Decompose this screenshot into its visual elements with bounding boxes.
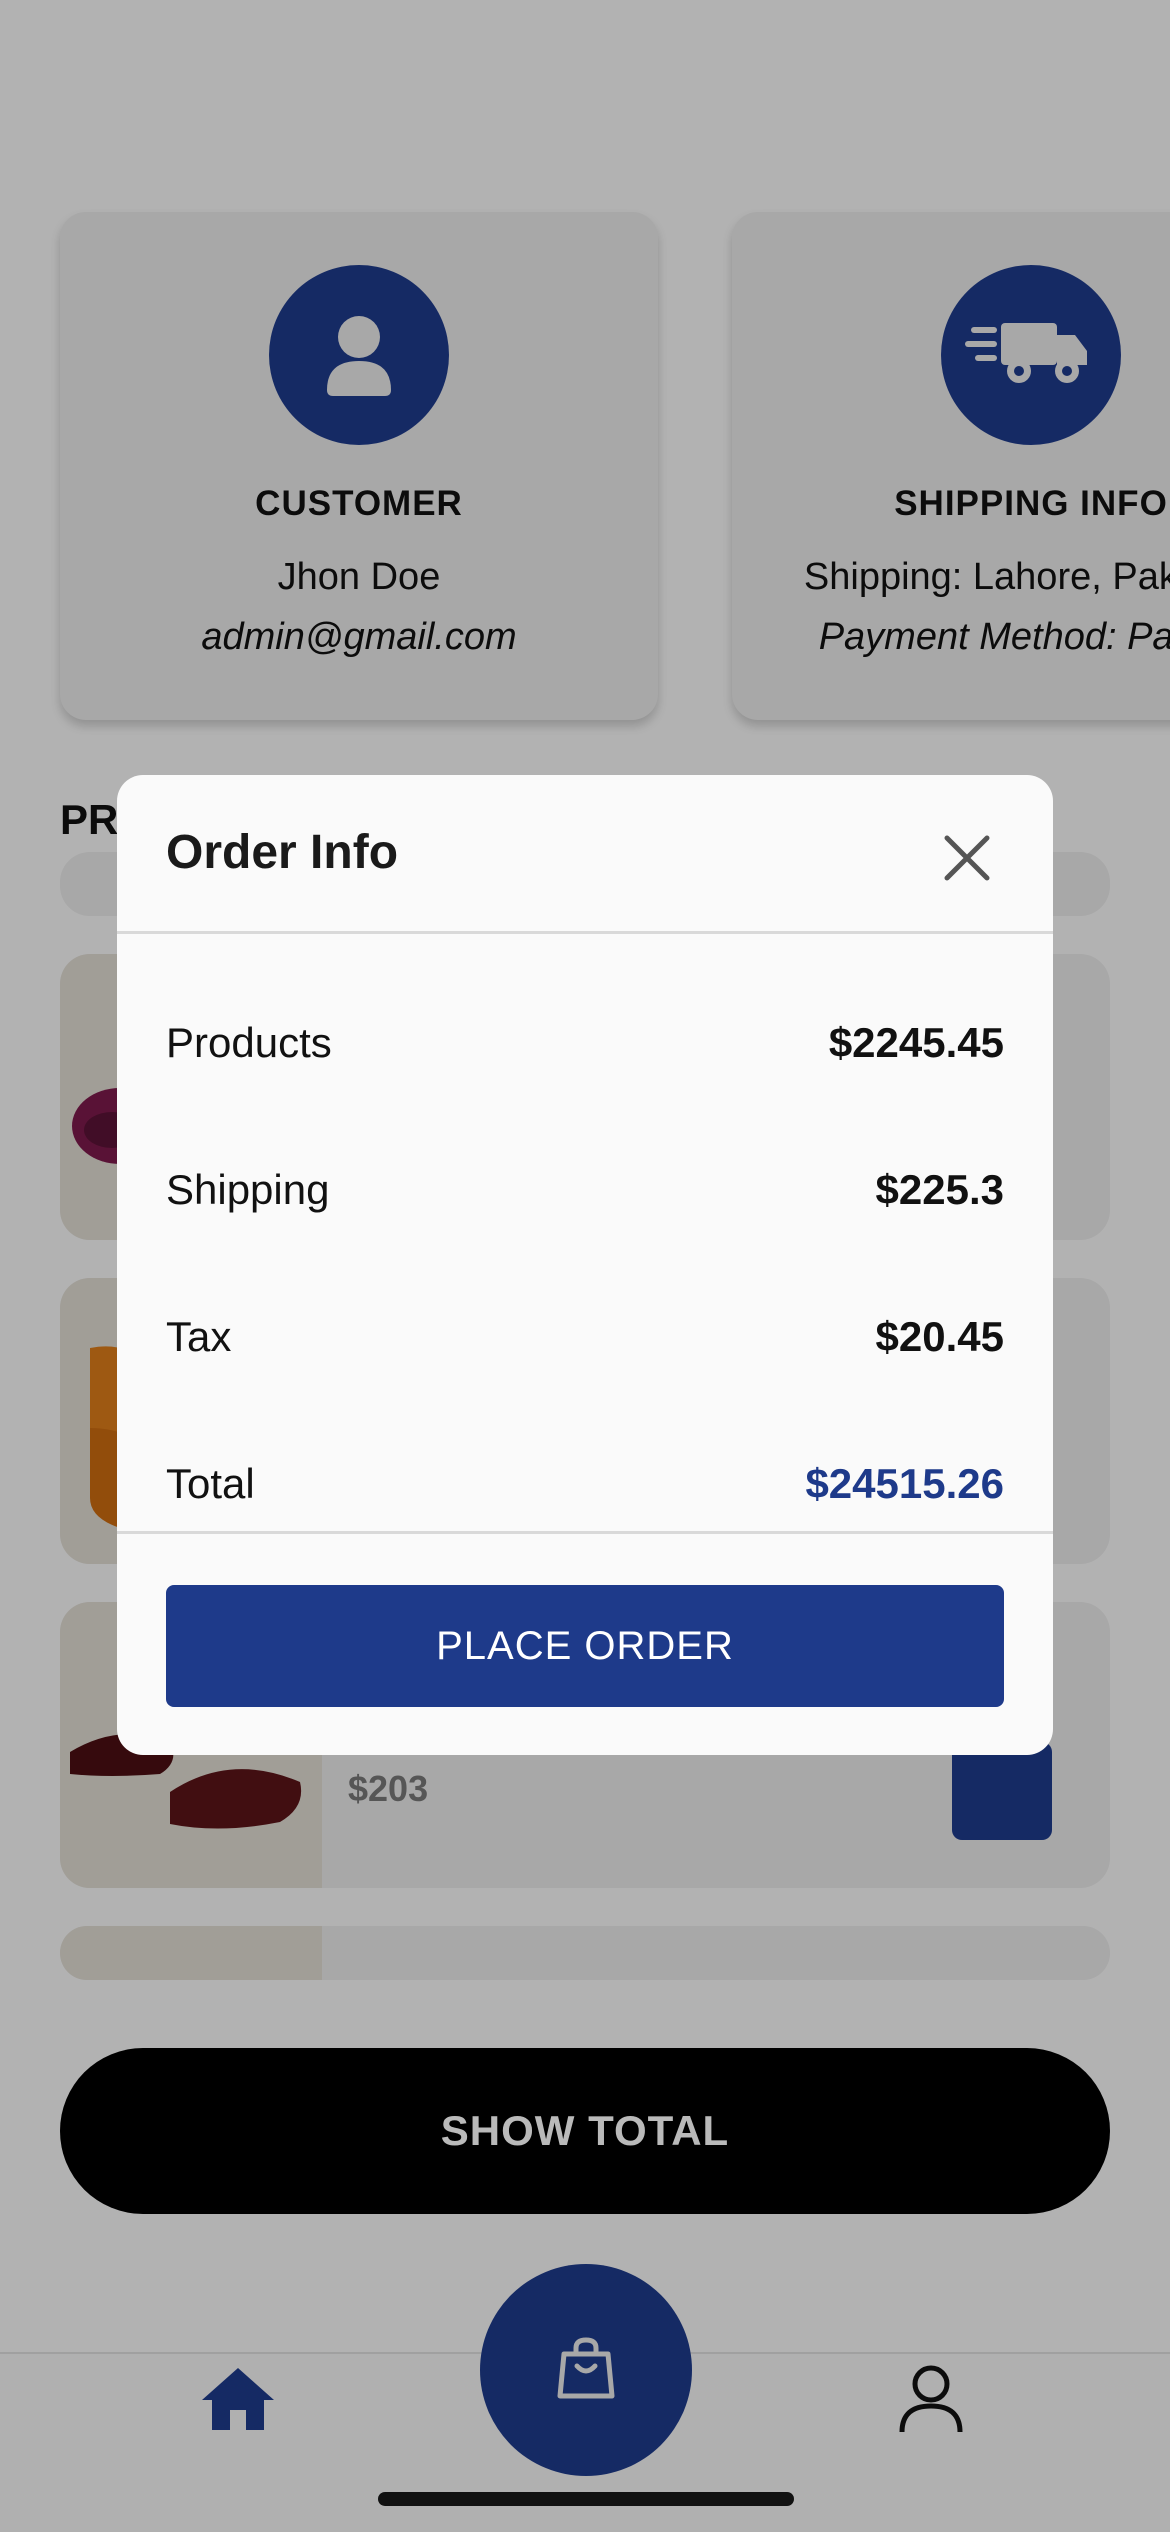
row-label: Total [166,1460,255,1507]
shipping-row: Shipping $225.3 [166,1160,1004,1220]
products-row: Products $2245.45 [166,1013,1004,1073]
total-row: Total $24515.26 [166,1454,1004,1514]
checkout-screen: CUSTOMER Jhon Doe admin@gmail.com SHIPPI… [0,0,1170,2532]
modal-divider [117,931,1053,934]
row-value: $20.45 [875,1313,1004,1360]
tax-row: Tax $20.45 [166,1307,1004,1367]
row-label: Tax [166,1313,232,1360]
place-order-button[interactable]: PLACE ORDER [166,1585,1004,1707]
order-info-modal: Order Info Products $2245.45 Shipping $2… [117,775,1053,1755]
row-label: Shipping [166,1166,330,1213]
modal-title: Order Info [166,826,399,879]
modal-divider [117,1531,1053,1534]
total-value: $24515.26 [805,1460,1004,1507]
row-value: $2245.45 [828,1019,1004,1066]
close-icon[interactable] [939,830,995,886]
home-indicator [378,2492,794,2506]
row-label: Products [166,1019,332,1066]
row-value: $225.3 [875,1166,1004,1213]
